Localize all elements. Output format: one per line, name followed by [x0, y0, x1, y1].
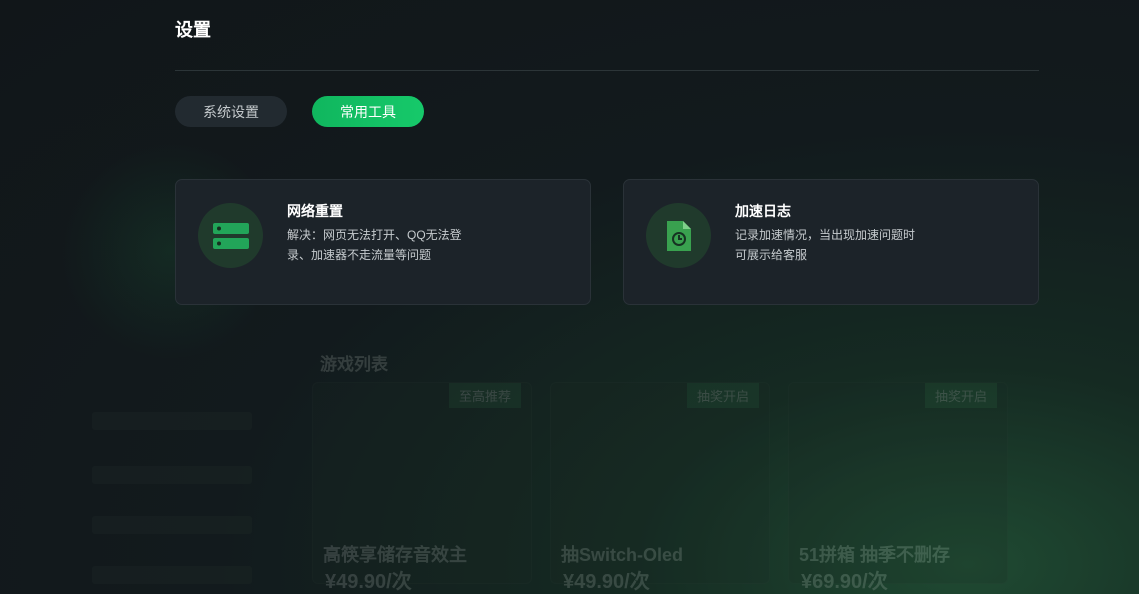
background-nav-item	[92, 466, 252, 484]
background-game-price: ¥69.90/次	[801, 571, 888, 593]
tab-bar: 系统设置 常用工具	[175, 96, 424, 127]
background-game-name: 抽Switch-Oled	[561, 545, 684, 565]
background-nav-item	[92, 566, 252, 584]
background-game-name: 51拼箱 抽季不删存	[799, 545, 951, 565]
network-reset-description: 解决：网页无法打开、QQ无法登录、加速器不走流量等问题	[287, 228, 462, 262]
background-section-title: 游戏列表	[320, 355, 388, 374]
background-game-badge: 至高推荐	[448, 383, 521, 408]
background-game-card: 抽奖开启 抽Switch-Oled ¥49.90/次	[550, 382, 770, 593]
header-divider	[175, 70, 1039, 71]
acceleration-log-title: 加速日志	[735, 203, 791, 219]
background-nav-item	[92, 516, 252, 534]
background-nav-item	[92, 412, 252, 430]
tab-common-tools[interactable]: 常用工具	[312, 96, 424, 127]
acceleration-log-description: 记录加速情况，当出现加速问题时可展示给客服	[735, 228, 916, 262]
network-reset-card[interactable]: 网络重置 解决：网页无法打开、QQ无法登录、加速器不走流量等问题	[175, 179, 591, 305]
acceleration-log-card[interactable]: 加速日志 记录加速情况，当出现加速问题时可展示给客服	[623, 179, 1039, 305]
background-game-price: ¥49.90/次	[325, 571, 412, 593]
background-game-card: 抽奖开启 51拼箱 抽季不删存 ¥69.90/次	[788, 382, 1008, 593]
background-game-badge: 抽奖开启	[924, 383, 997, 408]
tab-system-settings[interactable]: 系统设置	[175, 96, 287, 127]
background-game-card: 至高推荐 高筷享储存音效主 ¥49.90/次	[312, 382, 532, 593]
log-file-clock-icon	[646, 203, 711, 268]
background-game-badge: 抽奖开启	[686, 383, 759, 408]
page-title: 设置	[175, 20, 211, 40]
network-reset-title: 网络重置	[287, 203, 343, 219]
background-game-name: 高筷享储存音效主	[323, 545, 467, 565]
server-icon	[198, 203, 263, 268]
background-game-price: ¥49.90/次	[563, 571, 650, 593]
